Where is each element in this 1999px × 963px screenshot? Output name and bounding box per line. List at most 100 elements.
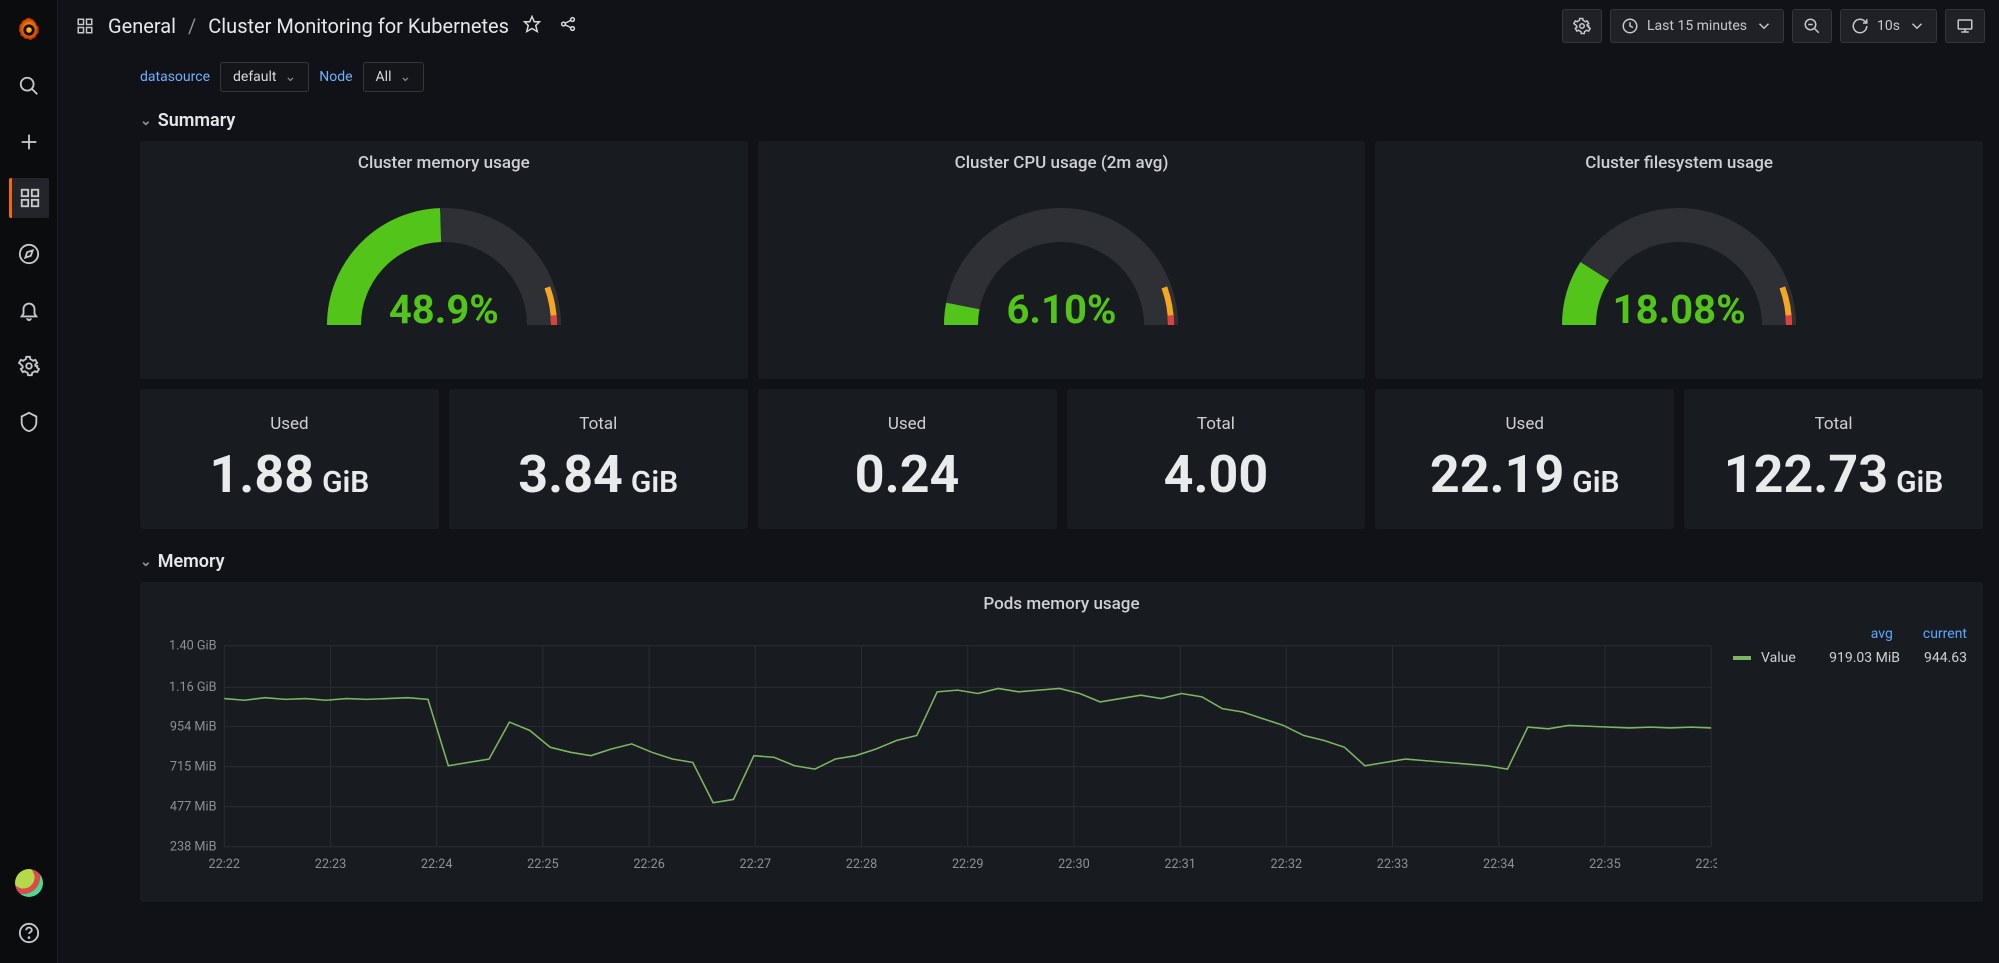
gear-icon[interactable]: [9, 346, 49, 386]
svg-text:1.40 GiB: 1.40 GiB: [169, 639, 217, 654]
toolbar-right: Last 15 minutes 10s: [1562, 9, 1985, 43]
stat-label: Used: [1506, 414, 1544, 434]
stat-label: Total: [579, 414, 617, 434]
chart-legend: avg current Value 919.03 MiB 944.63: [1717, 620, 1967, 894]
svg-text:22:33: 22:33: [1377, 857, 1409, 872]
stat-value: 3.84GiB: [518, 444, 678, 505]
breadcrumb: General / Cluster Monitoring for Kuberne…: [108, 14, 509, 38]
stat-panel[interactable]: Used 22.19GiB: [1375, 389, 1674, 529]
panel-title: Cluster memory usage: [358, 141, 530, 179]
panel-title: Cluster filesystem usage: [1585, 141, 1773, 179]
stat-label: Used: [888, 414, 926, 434]
refresh-button[interactable]: 10s: [1840, 9, 1937, 43]
svg-text:22:35: 22:35: [1589, 857, 1621, 872]
legend-series-name: Value: [1761, 650, 1796, 666]
shield-icon[interactable]: [9, 402, 49, 442]
view-mode-button[interactable]: [1945, 9, 1985, 43]
topbar: General / Cluster Monitoring for Kuberne…: [58, 0, 1999, 52]
gauge-panel[interactable]: Cluster CPU usage (2m avg) 6.10%: [758, 141, 1366, 379]
gauges-grid: Cluster memory usage 48.9% Cluster CPU u…: [140, 141, 1983, 379]
zoom-out-button[interactable]: [1792, 9, 1832, 43]
gauge-panel[interactable]: Cluster memory usage 48.9%: [140, 141, 748, 379]
svg-text:22:34: 22:34: [1483, 857, 1515, 872]
svg-text:22:28: 22:28: [846, 857, 878, 872]
var-node-select[interactable]: All ⌄: [363, 62, 425, 92]
var-node-label: Node: [319, 69, 352, 85]
var-node-value: All: [376, 69, 392, 85]
dashboards-breadcrumb-icon[interactable]: [72, 17, 98, 35]
legend-hdr-avg: avg: [1871, 626, 1893, 642]
stat-panel[interactable]: Total 122.73GiB: [1684, 389, 1983, 529]
bell-icon[interactable]: [9, 290, 49, 330]
refresh-interval: 10s: [1877, 18, 1900, 34]
svg-text:22:32: 22:32: [1271, 857, 1303, 872]
settings-button[interactable]: [1562, 9, 1602, 43]
svg-text:22:22: 22:22: [209, 857, 241, 872]
row-summary-header[interactable]: ⌄ Summary: [140, 106, 1983, 141]
stat-label: Total: [1815, 414, 1853, 434]
plus-icon[interactable]: [9, 122, 49, 162]
svg-text:22:30: 22:30: [1058, 857, 1090, 872]
panel-title: Cluster CPU usage (2m avg): [955, 141, 1169, 179]
time-range-label: Last 15 minutes: [1647, 18, 1747, 34]
user-avatar[interactable]: [15, 869, 43, 897]
stat-panel[interactable]: Total 4.00: [1067, 389, 1366, 529]
stat-panel[interactable]: Used 1.88GiB: [140, 389, 439, 529]
breadcrumb-sep: /: [188, 14, 196, 38]
gauge-value: 18.08%: [1539, 286, 1819, 333]
var-datasource-label: datasource: [140, 69, 210, 85]
row-memory-header[interactable]: ⌄ Memory: [140, 547, 1983, 582]
star-icon[interactable]: [519, 15, 545, 37]
panel-title: Pods memory usage: [983, 582, 1139, 620]
svg-text:22:26: 22:26: [633, 857, 665, 872]
variables-row: datasource default ⌄ Node All ⌄: [58, 52, 1999, 106]
stat-label: Total: [1197, 414, 1235, 434]
stat-value: 1.88GiB: [209, 444, 369, 505]
var-datasource-select[interactable]: default ⌄: [220, 62, 309, 92]
svg-text:22:23: 22:23: [315, 857, 347, 872]
dashboards-icon[interactable]: [9, 178, 49, 218]
svg-text:22:31: 22:31: [1164, 857, 1196, 872]
side-nav: [0, 0, 58, 963]
folder-name[interactable]: General: [108, 14, 176, 38]
gauge-value: 48.9%: [304, 286, 584, 333]
row-memory-title: Memory: [158, 551, 225, 572]
gauge-value: 6.10%: [921, 286, 1201, 333]
main-area: General / Cluster Monitoring for Kuberne…: [58, 0, 1999, 963]
stat-panel[interactable]: Used 0.24: [758, 389, 1057, 529]
chevron-down-icon: ⌄: [140, 554, 152, 570]
dashboard-content: ⌄ Summary Cluster memory usage 48.9% Clu…: [58, 106, 1999, 963]
svg-text:22:29: 22:29: [952, 857, 984, 872]
svg-text:954 MiB: 954 MiB: [170, 719, 217, 734]
stats-grid: Used 1.88GiB Total 3.84GiB Used 0.24 Tot…: [140, 389, 1983, 529]
svg-text:715 MiB: 715 MiB: [170, 760, 217, 775]
pods-memory-panel[interactable]: Pods memory usage 238 MiB 477 MiB 715 MiB 9…: [140, 582, 1983, 902]
time-range-picker[interactable]: Last 15 minutes: [1610, 9, 1784, 43]
gauge-panel[interactable]: Cluster filesystem usage 18.08%: [1375, 141, 1983, 379]
legend-hdr-current: current: [1923, 626, 1967, 642]
stat-value: 122.73GiB: [1724, 444, 1944, 505]
search-icon[interactable]: [9, 66, 49, 106]
stat-value: 22.19GiB: [1430, 444, 1620, 505]
stat-label: Used: [270, 414, 308, 434]
svg-text:477 MiB: 477 MiB: [170, 799, 217, 814]
help-icon[interactable]: [9, 913, 49, 953]
compass-icon[interactable]: [9, 234, 49, 274]
line-chart[interactable]: 238 MiB477 MiB715 MiB954 MiB1.16 GiB1.40…: [156, 620, 1717, 894]
chevron-down-icon: ⌄: [285, 69, 297, 85]
legend-row[interactable]: Value 919.03 MiB 944.63: [1733, 650, 1967, 666]
stat-value: 4.00: [1164, 444, 1269, 505]
grafana-logo-icon[interactable]: [9, 10, 49, 50]
chevron-down-icon: ⌄: [400, 69, 412, 85]
share-icon[interactable]: [555, 15, 581, 37]
dashboard-title[interactable]: Cluster Monitoring for Kubernetes: [208, 14, 509, 38]
svg-text:238 MiB: 238 MiB: [170, 840, 217, 855]
svg-text:22:24: 22:24: [421, 857, 453, 872]
legend-avg: 919.03 MiB: [1829, 650, 1900, 666]
svg-text:22:36: 22:36: [1695, 857, 1717, 872]
stat-panel[interactable]: Total 3.84GiB: [449, 389, 748, 529]
stat-value: 0.24: [855, 444, 960, 505]
legend-color-swatch: [1733, 656, 1751, 660]
chevron-down-icon: ⌄: [140, 113, 152, 129]
svg-text:22:27: 22:27: [740, 857, 772, 872]
